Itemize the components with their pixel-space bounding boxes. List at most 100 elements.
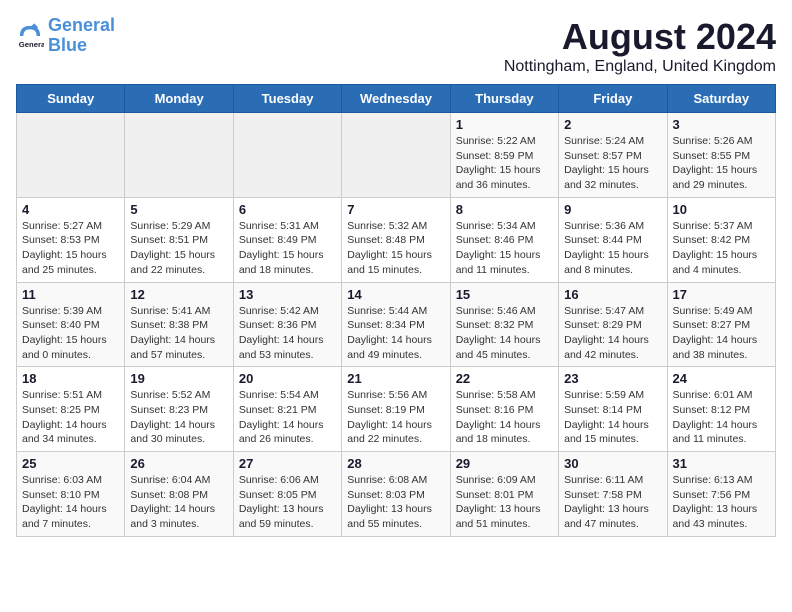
day-info: Sunrise: 5:58 AMSunset: 8:16 PMDaylight:… <box>456 388 553 447</box>
calendar-cell: 9 Sunrise: 5:36 AMSunset: 8:44 PMDaylight… <box>559 197 667 282</box>
day-info: Sunrise: 5:34 AMSunset: 8:46 PMDaylight:… <box>456 219 553 278</box>
day-number: 10 <box>673 202 770 217</box>
day-number: 16 <box>564 287 661 302</box>
location: Nottingham, England, United Kingdom <box>504 58 776 76</box>
day-number: 13 <box>239 287 336 302</box>
calendar-cell: 23Sunrise: 5:59 AMSunset: 8:14 PMDayligh… <box>559 367 667 452</box>
day-info: Sunrise: 5:54 AMSunset: 8:21 PMDaylight:… <box>239 388 336 447</box>
calendar-cell <box>125 113 233 198</box>
day-info: Sunrise: 6:11 AMSunset: 7:58 PMDaylight:… <box>564 473 661 532</box>
weekday-header-wednesday: Wednesday <box>342 85 450 113</box>
calendar-cell: 14 Sunrise: 5:44 AMSunset: 8:34 PMDayligh… <box>342 282 450 367</box>
calendar-cell: 2 Sunrise: 5:24 AMSunset: 8:57 PMDaylight… <box>559 113 667 198</box>
weekday-header-sunday: Sunday <box>17 85 125 113</box>
day-number: 18 <box>22 371 119 386</box>
logo-icon: General <box>16 22 44 50</box>
day-info: Sunrise: 5:29 AMSunset: 8:51 PMDaylight:… <box>130 219 227 278</box>
day-number: 27 <box>239 456 336 471</box>
logo-text: General Blue <box>48 16 115 56</box>
title-area: August 2024 Nottingham, England, United … <box>504 16 776 76</box>
logo-line1: General <box>48 15 115 35</box>
day-info: Sunrise: 5:46 AMSunset: 8:32 PMDaylight:… <box>456 304 553 363</box>
day-info: Sunrise: 6:09 AMSunset: 8:01 PMDaylight:… <box>456 473 553 532</box>
calendar-cell: 13Sunrise: 5:42 AMSunset: 8:36 PMDayligh… <box>233 282 341 367</box>
day-number: 21 <box>347 371 444 386</box>
calendar-cell: 31Sunrise: 6:13 AMSunset: 7:56 PMDayligh… <box>667 452 775 537</box>
day-number: 2 <box>564 117 661 132</box>
day-number: 30 <box>564 456 661 471</box>
day-info: Sunrise: 5:32 AMSunset: 8:48 PMDaylight:… <box>347 219 444 278</box>
day-info: Sunrise: 5:22 AMSunset: 8:59 PMDaylight:… <box>456 134 553 193</box>
calendar-cell: 12Sunrise: 5:41 AMSunset: 8:38 PMDayligh… <box>125 282 233 367</box>
day-number: 5 <box>130 202 227 217</box>
day-info: Sunrise: 5:51 AMSunset: 8:25 PMDaylight:… <box>22 388 119 447</box>
day-info: Sunrise: 5:56 AMSunset: 8:19 PMDaylight:… <box>347 388 444 447</box>
day-number: 4 <box>22 202 119 217</box>
calendar-cell: 18 Sunrise: 5:51 AMSunset: 8:25 PMDayligh… <box>17 367 125 452</box>
calendar-cell: 6Sunrise: 5:31 AMSunset: 8:49 PMDaylight… <box>233 197 341 282</box>
day-number: 28 <box>347 456 444 471</box>
day-number: 26 <box>130 456 227 471</box>
day-number: 1 <box>456 117 553 132</box>
calendar-cell: 8 Sunrise: 5:34 AMSunset: 8:46 PMDaylight… <box>450 197 558 282</box>
calendar-cell: 24 Sunrise: 6:01 AMSunset: 8:12 PMDayligh… <box>667 367 775 452</box>
month-year: August 2024 <box>504 16 776 58</box>
calendar-cell: 20 Sunrise: 5:54 AMSunset: 8:21 PMDayligh… <box>233 367 341 452</box>
weekday-header-row: SundayMondayTuesdayWednesdayThursdayFrid… <box>17 85 776 113</box>
calendar-week-4: 18 Sunrise: 5:51 AMSunset: 8:25 PMDayligh… <box>17 367 776 452</box>
calendar-cell: 27Sunrise: 6:06 AMSunset: 8:05 PMDayligh… <box>233 452 341 537</box>
day-info: Sunrise: 5:31 AMSunset: 8:49 PMDaylight:… <box>239 219 336 278</box>
calendar-cell: 7Sunrise: 5:32 AMSunset: 8:48 PMDaylight… <box>342 197 450 282</box>
calendar-cell <box>342 113 450 198</box>
day-info: Sunrise: 5:39 AMSunset: 8:40 PMDaylight:… <box>22 304 119 363</box>
logo: General General Blue <box>16 16 115 56</box>
day-info: Sunrise: 5:44 AMSunset: 8:34 PMDaylight:… <box>347 304 444 363</box>
day-info: Sunrise: 5:47 AMSunset: 8:29 PMDaylight:… <box>564 304 661 363</box>
calendar-cell: 16 Sunrise: 5:47 AMSunset: 8:29 PMDayligh… <box>559 282 667 367</box>
weekday-header-friday: Friday <box>559 85 667 113</box>
weekday-header-monday: Monday <box>125 85 233 113</box>
day-number: 8 <box>456 202 553 217</box>
calendar-cell: 26Sunrise: 6:04 AMSunset: 8:08 PMDayligh… <box>125 452 233 537</box>
calendar-week-5: 25 Sunrise: 6:03 AMSunset: 8:10 PMDayligh… <box>17 452 776 537</box>
day-number: 12 <box>130 287 227 302</box>
calendar-cell: 4 Sunrise: 5:27 AMSunset: 8:53 PMDaylight… <box>17 197 125 282</box>
day-number: 19 <box>130 371 227 386</box>
day-info: Sunrise: 5:36 AMSunset: 8:44 PMDaylight:… <box>564 219 661 278</box>
day-number: 14 <box>347 287 444 302</box>
day-number: 3 <box>673 117 770 132</box>
day-info: Sunrise: 5:24 AMSunset: 8:57 PMDaylight:… <box>564 134 661 193</box>
day-info: Sunrise: 5:52 AMSunset: 8:23 PMDaylight:… <box>130 388 227 447</box>
day-info: Sunrise: 5:27 AMSunset: 8:53 PMDaylight:… <box>22 219 119 278</box>
weekday-header-tuesday: Tuesday <box>233 85 341 113</box>
day-info: Sunrise: 6:08 AMSunset: 8:03 PMDaylight:… <box>347 473 444 532</box>
calendar-cell: 1 Sunrise: 5:22 AMSunset: 8:59 PMDaylight… <box>450 113 558 198</box>
logo-line2: Blue <box>48 35 87 55</box>
calendar-cell: 29 Sunrise: 6:09 AMSunset: 8:01 PMDayligh… <box>450 452 558 537</box>
day-number: 11 <box>22 287 119 302</box>
svg-text:General: General <box>19 40 44 49</box>
day-number: 31 <box>673 456 770 471</box>
calendar-cell: 25 Sunrise: 6:03 AMSunset: 8:10 PMDayligh… <box>17 452 125 537</box>
day-info: Sunrise: 5:59 AMSunset: 8:14 PMDaylight:… <box>564 388 661 447</box>
calendar-cell: 17Sunrise: 5:49 AMSunset: 8:27 PMDayligh… <box>667 282 775 367</box>
day-info: Sunrise: 5:49 AMSunset: 8:27 PMDaylight:… <box>673 304 770 363</box>
calendar-cell: 15 Sunrise: 5:46 AMSunset: 8:32 PMDayligh… <box>450 282 558 367</box>
calendar-cell: 19 Sunrise: 5:52 AMSunset: 8:23 PMDayligh… <box>125 367 233 452</box>
day-info: Sunrise: 6:03 AMSunset: 8:10 PMDaylight:… <box>22 473 119 532</box>
calendar-cell: 11 Sunrise: 5:39 AMSunset: 8:40 PMDayligh… <box>17 282 125 367</box>
day-number: 9 <box>564 202 661 217</box>
calendar-cell: 28 Sunrise: 6:08 AMSunset: 8:03 PMDayligh… <box>342 452 450 537</box>
calendar-cell: 5 Sunrise: 5:29 AMSunset: 8:51 PMDaylight… <box>125 197 233 282</box>
day-number: 24 <box>673 371 770 386</box>
day-number: 29 <box>456 456 553 471</box>
calendar-cell <box>17 113 125 198</box>
calendar-cell <box>233 113 341 198</box>
day-number: 25 <box>22 456 119 471</box>
weekday-header-thursday: Thursday <box>450 85 558 113</box>
day-number: 15 <box>456 287 553 302</box>
day-info: Sunrise: 6:01 AMSunset: 8:12 PMDaylight:… <box>673 388 770 447</box>
calendar-cell: 22Sunrise: 5:58 AMSunset: 8:16 PMDayligh… <box>450 367 558 452</box>
calendar-week-3: 11 Sunrise: 5:39 AMSunset: 8:40 PMDayligh… <box>17 282 776 367</box>
day-number: 20 <box>239 371 336 386</box>
